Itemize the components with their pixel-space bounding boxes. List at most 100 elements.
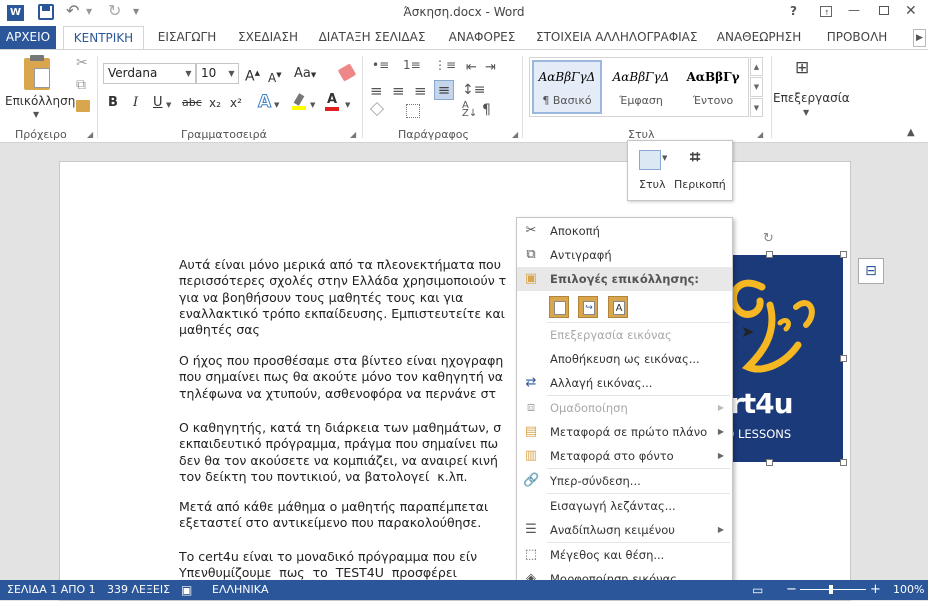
proofing-icon[interactable]: ▣ xyxy=(181,580,192,600)
tabs-scroll-right-icon[interactable]: ▶ xyxy=(913,29,926,47)
borders-icon[interactable] xyxy=(406,104,420,118)
style-emphasis[interactable]: ΑαΒβΓγΔ Έμφαση xyxy=(606,60,676,114)
style-strong[interactable]: ΑαΒβΓγ Έντονο xyxy=(678,60,748,114)
resize-handle-right[interactable] xyxy=(840,355,847,362)
shrink-font-button[interactable]: A▼ xyxy=(268,66,282,87)
sort-icon[interactable]: A Z↓ xyxy=(462,101,477,119)
paragraph-launcher-icon[interactable]: ◢ xyxy=(512,130,518,139)
tab-references[interactable]: ΑΝΑΦΟΡΕΣ xyxy=(446,26,518,50)
zoom-slider-thumb[interactable] xyxy=(829,585,833,594)
grow-font-button[interactable]: A▲ xyxy=(245,64,260,86)
numbering-icon[interactable]: 1≡ xyxy=(403,59,421,71)
subscript-button[interactable]: x₂ xyxy=(209,94,221,112)
menu-item-copy[interactable]: ⧉ Αντιγραφή xyxy=(517,243,732,267)
cut-icon[interactable]: ✂ xyxy=(76,55,88,71)
picture-style-button[interactable]: Στυλ xyxy=(639,178,665,191)
zoom-slider[interactable] xyxy=(800,589,866,590)
read-mode-icon[interactable]: ▭ xyxy=(752,580,763,600)
paste-text-only-icon[interactable]: A xyxy=(608,296,628,318)
align-center-icon[interactable]: ≡ xyxy=(392,82,405,100)
paste-keep-source-icon[interactable] xyxy=(549,296,569,318)
menu-item-change-picture[interactable]: ⇄ Αλλαγή εικόνας... xyxy=(517,371,732,395)
ribbon-display-options-icon[interactable]: ↑ xyxy=(820,6,832,17)
menu-item-size-and-position[interactable]: ⬚ Μέγεθος και θέση... xyxy=(517,543,732,567)
tab-insert[interactable]: ΕΙΣΑΓΩΓΗ xyxy=(152,26,222,50)
layout-options-icon[interactable]: ⊟ xyxy=(858,258,884,284)
bold-button[interactable]: B xyxy=(108,94,118,112)
restore-icon[interactable] xyxy=(879,6,889,15)
close-button[interactable]: ✕ xyxy=(905,3,917,19)
menu-item-cut[interactable]: ✂ Αποκοπή xyxy=(517,219,732,243)
italic-button[interactable]: I xyxy=(133,94,138,112)
font-color-icon[interactable]: A xyxy=(325,92,339,111)
decrease-indent-icon[interactable]: ⇤ xyxy=(466,60,477,75)
zoom-in-button[interactable]: + xyxy=(870,580,881,600)
line-spacing-icon[interactable]: ↕≡ xyxy=(462,82,485,98)
underline-button[interactable]: U xyxy=(153,94,163,112)
tab-home[interactable]: ΚΕΝΤΡΙΚΗ xyxy=(63,26,144,51)
menu-item-send-to-back[interactable]: ▥ Μεταφορά στο φόντο ▶ xyxy=(517,444,732,468)
change-case-button[interactable]: Aa▼ xyxy=(294,65,316,84)
text-effects-dropdown-icon[interactable]: ▼ xyxy=(274,101,279,109)
tab-file[interactable]: ΑΡΧΕΙΟ xyxy=(0,26,56,50)
resize-handle-top[interactable] xyxy=(766,251,773,258)
resize-handle-bottom-right[interactable] xyxy=(840,459,847,466)
editing-dropdown-icon[interactable]: ▼ xyxy=(803,108,809,117)
menu-item-bring-to-front[interactable]: ▤ Μεταφορά σε πρώτο πλάνο ▶ xyxy=(517,420,732,444)
resize-handle-top-right[interactable] xyxy=(840,251,847,258)
shading-icon[interactable] xyxy=(370,102,384,116)
font-color-dropdown-icon[interactable]: ▼ xyxy=(345,101,350,109)
multilevel-list-icon[interactable]: ⋮≡ xyxy=(434,59,456,71)
menu-item-hyperlink[interactable]: 🔗 Υπερ-σύνδεση... xyxy=(517,469,732,493)
bullets-icon[interactable]: •≡ xyxy=(372,59,389,71)
tab-view[interactable]: ΠΡΟΒΟΛΗ xyxy=(824,26,890,50)
page-count[interactable]: ΣΕΛΙΔΑ 1 ΑΠΟ 1 xyxy=(7,580,96,600)
crop-icon[interactable]: ⌗ xyxy=(690,147,700,168)
tab-design[interactable]: ΣΧΕΔΙΑΣΗ xyxy=(236,26,300,50)
word-count[interactable]: 339 ΛΕΞΕΙΣ xyxy=(107,580,170,600)
justify-icon[interactable]: ≡ xyxy=(434,80,454,100)
align-left-icon[interactable]: ≡ xyxy=(370,82,383,100)
tab-mailings[interactable]: ΣΤΟΙΧΕΙΑ ΑΛΛΗΛΟΓΡΑΦΙΑΣ xyxy=(536,26,697,50)
text-effects-icon[interactable]: A xyxy=(257,92,271,113)
superscript-button[interactable]: x² xyxy=(230,94,242,112)
collapse-ribbon-icon[interactable]: ▲ xyxy=(907,127,915,138)
tab-review[interactable]: ΑΝΑΘΕΩΡΗΣΗ xyxy=(714,26,804,50)
align-right-icon[interactable]: ≡ xyxy=(414,82,427,100)
font-size-dropdown-icon[interactable]: ▼ xyxy=(225,64,238,83)
zoom-out-button[interactable]: − xyxy=(786,580,797,600)
styles-more-icon[interactable]: ▼ xyxy=(750,98,763,117)
increase-indent-icon[interactable]: ⇥ xyxy=(485,60,496,75)
picture-style-dropdown-icon[interactable]: ▼ xyxy=(662,154,667,162)
editing-button[interactable]: Επεξεργασία xyxy=(773,91,850,105)
font-family-select[interactable]: Verdana ▼ xyxy=(103,63,196,84)
highlight-dropdown-icon[interactable]: ▼ xyxy=(310,101,315,109)
zoom-level[interactable]: 100% xyxy=(893,580,924,600)
help-button[interactable]: ? xyxy=(790,4,797,18)
minimize-button[interactable]: — xyxy=(848,3,860,17)
strikethrough-button[interactable]: abc xyxy=(182,94,202,112)
paste-icon[interactable] xyxy=(24,55,50,90)
font-family-dropdown-icon[interactable]: ▼ xyxy=(182,64,195,83)
font-size-select[interactable]: 10 ▼ xyxy=(196,63,239,84)
style-normal[interactable]: ΑαΒβΓγΔ ¶ Βασικό xyxy=(532,60,602,114)
paste-dropdown-icon[interactable]: ▼ xyxy=(33,110,39,119)
paste-button[interactable]: Επικόλληση xyxy=(5,94,75,108)
underline-dropdown-icon[interactable]: ▼ xyxy=(166,101,171,109)
styles-launcher-icon[interactable]: ◢ xyxy=(757,130,763,139)
tab-page-layout[interactable]: ΔΙΑΤΑΞΗ ΣΕΛΙΔΑΣ xyxy=(318,26,426,50)
clipboard-launcher-icon[interactable]: ◢ xyxy=(87,130,93,139)
menu-item-wrap-text[interactable]: ☰ Αναδίπλωση κειμένου ▶ xyxy=(517,518,732,542)
language-indicator[interactable]: ΕΛΛΗΝΙΚΑ xyxy=(212,580,268,600)
picture-style-icon[interactable] xyxy=(639,150,661,170)
clear-formatting-icon[interactable] xyxy=(337,63,357,82)
styles-scroll-up-icon[interactable]: ▲ xyxy=(750,57,763,76)
styles-scroll-down-icon[interactable]: ▼ xyxy=(750,77,763,97)
copy-icon[interactable]: ⧉ xyxy=(76,77,86,93)
show-hide-marks-button[interactable]: ¶ xyxy=(482,102,491,118)
highlight-icon[interactable] xyxy=(292,93,306,110)
crop-button[interactable]: Περικοπή xyxy=(674,178,726,191)
rotate-handle-icon[interactable]: ↻ xyxy=(763,231,774,246)
font-launcher-icon[interactable]: ◢ xyxy=(350,130,356,139)
binoculars-icon[interactable]: ⊞ xyxy=(795,58,809,78)
